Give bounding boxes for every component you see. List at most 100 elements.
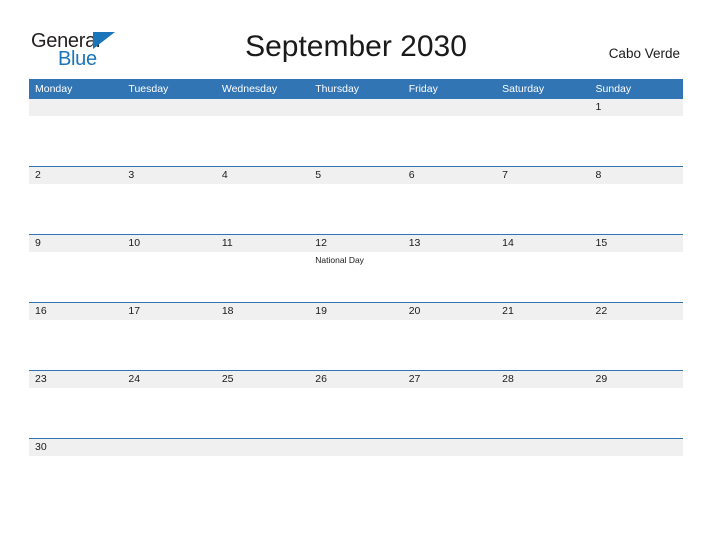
day-number: 10 — [122, 235, 216, 252]
calendar-empty-cell — [309, 438, 403, 517]
calendar-day-cell[interactable]: 17 — [122, 302, 216, 371]
day-cell-inner: 1 — [589, 99, 683, 166]
calendar-day-cell[interactable]: 26 — [309, 370, 403, 439]
weekday-header-thursday: Thursday — [309, 79, 403, 99]
calendar-day-cell[interactable]: 16 — [29, 302, 123, 371]
weekday-header-saturday: Saturday — [496, 79, 590, 99]
calendar-day-cell[interactable]: 8 — [589, 166, 683, 235]
day-cell-inner — [402, 99, 497, 166]
calendar-page: General Blue September 2030 Cabo Verde M… — [0, 0, 712, 550]
day-cell-inner: 11 — [215, 235, 310, 302]
calendar-empty-cell — [496, 438, 590, 517]
day-cell-inner: 24 — [122, 371, 216, 438]
weekday-header-tuesday: Tuesday — [122, 79, 216, 99]
day-number: 6 — [402, 167, 497, 184]
calendar-empty-cell — [309, 99, 403, 167]
calendar-day-cell[interactable]: 30 — [29, 438, 123, 517]
calendar-day-cell[interactable]: 24 — [122, 370, 216, 439]
day-cell-inner: 21 — [496, 303, 590, 370]
day-cell-inner — [122, 99, 216, 166]
calendar-day-cell[interactable]: 21 — [496, 302, 590, 371]
calendar-week-row: 16 17 18 19 20 21 22 — [29, 302, 683, 371]
day-number: 9 — [29, 235, 123, 252]
calendar-day-cell[interactable]: 10 — [122, 234, 216, 303]
day-number: 25 — [215, 371, 310, 388]
calendar-day-cell[interactable]: 23 — [29, 370, 123, 439]
calendar-day-cell[interactable]: 14 — [496, 234, 590, 303]
day-number — [589, 439, 683, 456]
calendar-day-cell[interactable]: 2 — [29, 166, 123, 235]
day-number: 23 — [29, 371, 123, 388]
day-cell-inner: 5 — [309, 167, 403, 234]
day-cell-inner — [309, 99, 403, 166]
day-cell-inner: 29 — [589, 371, 683, 438]
day-number: 1 — [589, 99, 683, 116]
day-number — [122, 99, 216, 116]
calendar-day-cell[interactable]: 22 — [589, 302, 683, 371]
day-cell-inner: 10 — [122, 235, 216, 302]
calendar-day-cell[interactable]: 27 — [402, 370, 497, 439]
day-number: 16 — [29, 303, 123, 320]
calendar-day-cell[interactable]: 4 — [215, 166, 310, 235]
day-number: 28 — [496, 371, 590, 388]
day-cell-inner: 22 — [589, 303, 683, 370]
day-number: 2 — [29, 167, 123, 184]
weekday-header-sunday: Sunday — [589, 79, 683, 99]
day-number — [309, 99, 403, 116]
calendar-day-cell[interactable]: 15 — [589, 234, 683, 303]
calendar-empty-cell — [215, 99, 310, 167]
day-cell-inner: 3 — [122, 167, 216, 234]
day-number — [309, 439, 403, 456]
day-number: 7 — [496, 167, 590, 184]
weekday-header-monday: Monday — [29, 79, 123, 99]
calendar-body: 1 2 3 4 5 6 7 8 9 10 11 12 National Day 13 14 15 16 17 18 1… — [29, 99, 683, 517]
day-cell-inner — [215, 439, 310, 517]
calendar-week-row: 23 24 25 26 27 28 29 — [29, 370, 683, 439]
day-number: 5 — [309, 167, 403, 184]
calendar-day-cell[interactable]: 6 — [402, 166, 497, 235]
day-cell-inner — [309, 439, 403, 517]
day-cell-inner: 18 — [215, 303, 310, 370]
calendar-empty-cell — [122, 99, 216, 167]
calendar-day-cell[interactable]: 20 — [402, 302, 497, 371]
calendar-day-cell[interactable]: 12 National Day — [309, 234, 403, 303]
calendar-empty-cell — [215, 438, 310, 517]
day-cell-inner: 6 — [402, 167, 497, 234]
calendar-day-cell[interactable]: 28 — [496, 370, 590, 439]
calendar-day-cell[interactable]: 18 — [215, 302, 310, 371]
calendar-week-row: 9 10 11 12 National Day 13 14 15 — [29, 234, 683, 303]
day-cell-inner: 7 — [496, 167, 590, 234]
calendar-day-cell[interactable]: 19 — [309, 302, 403, 371]
day-number — [215, 439, 310, 456]
weekday-header-friday: Friday — [402, 79, 497, 99]
calendar-empty-cell — [402, 438, 497, 517]
calendar-header: General Blue September 2030 Cabo Verde — [0, 0, 712, 78]
holiday-label: National Day — [315, 255, 364, 265]
calendar-day-cell[interactable]: 9 — [29, 234, 123, 303]
day-cell-inner: 30 — [29, 439, 123, 517]
calendar-day-cell[interactable]: 13 — [402, 234, 497, 303]
day-cell-inner: 25 — [215, 371, 310, 438]
day-number: 15 — [589, 235, 683, 252]
day-number: 19 — [309, 303, 403, 320]
day-number — [402, 99, 497, 116]
day-cell-inner: 14 — [496, 235, 590, 302]
day-number: 24 — [122, 371, 216, 388]
calendar-day-cell[interactable]: 11 — [215, 234, 310, 303]
calendar-day-cell[interactable]: 29 — [589, 370, 683, 439]
calendar-day-cell[interactable]: 1 — [589, 99, 683, 167]
calendar-day-cell[interactable]: 3 — [122, 166, 216, 235]
calendar-day-cell[interactable]: 7 — [496, 166, 590, 235]
day-number — [496, 99, 590, 116]
day-cell-inner: 27 — [402, 371, 497, 438]
day-cell-inner: 23 — [29, 371, 123, 438]
day-cell-inner: 13 — [402, 235, 497, 302]
calendar-day-cell[interactable]: 5 — [309, 166, 403, 235]
calendar-day-cell[interactable]: 25 — [215, 370, 310, 439]
day-cell-inner: 17 — [122, 303, 216, 370]
day-number: 11 — [215, 235, 310, 252]
day-number — [402, 439, 497, 456]
day-cell-inner: 26 — [309, 371, 403, 438]
day-number: 26 — [309, 371, 403, 388]
day-number: 18 — [215, 303, 310, 320]
